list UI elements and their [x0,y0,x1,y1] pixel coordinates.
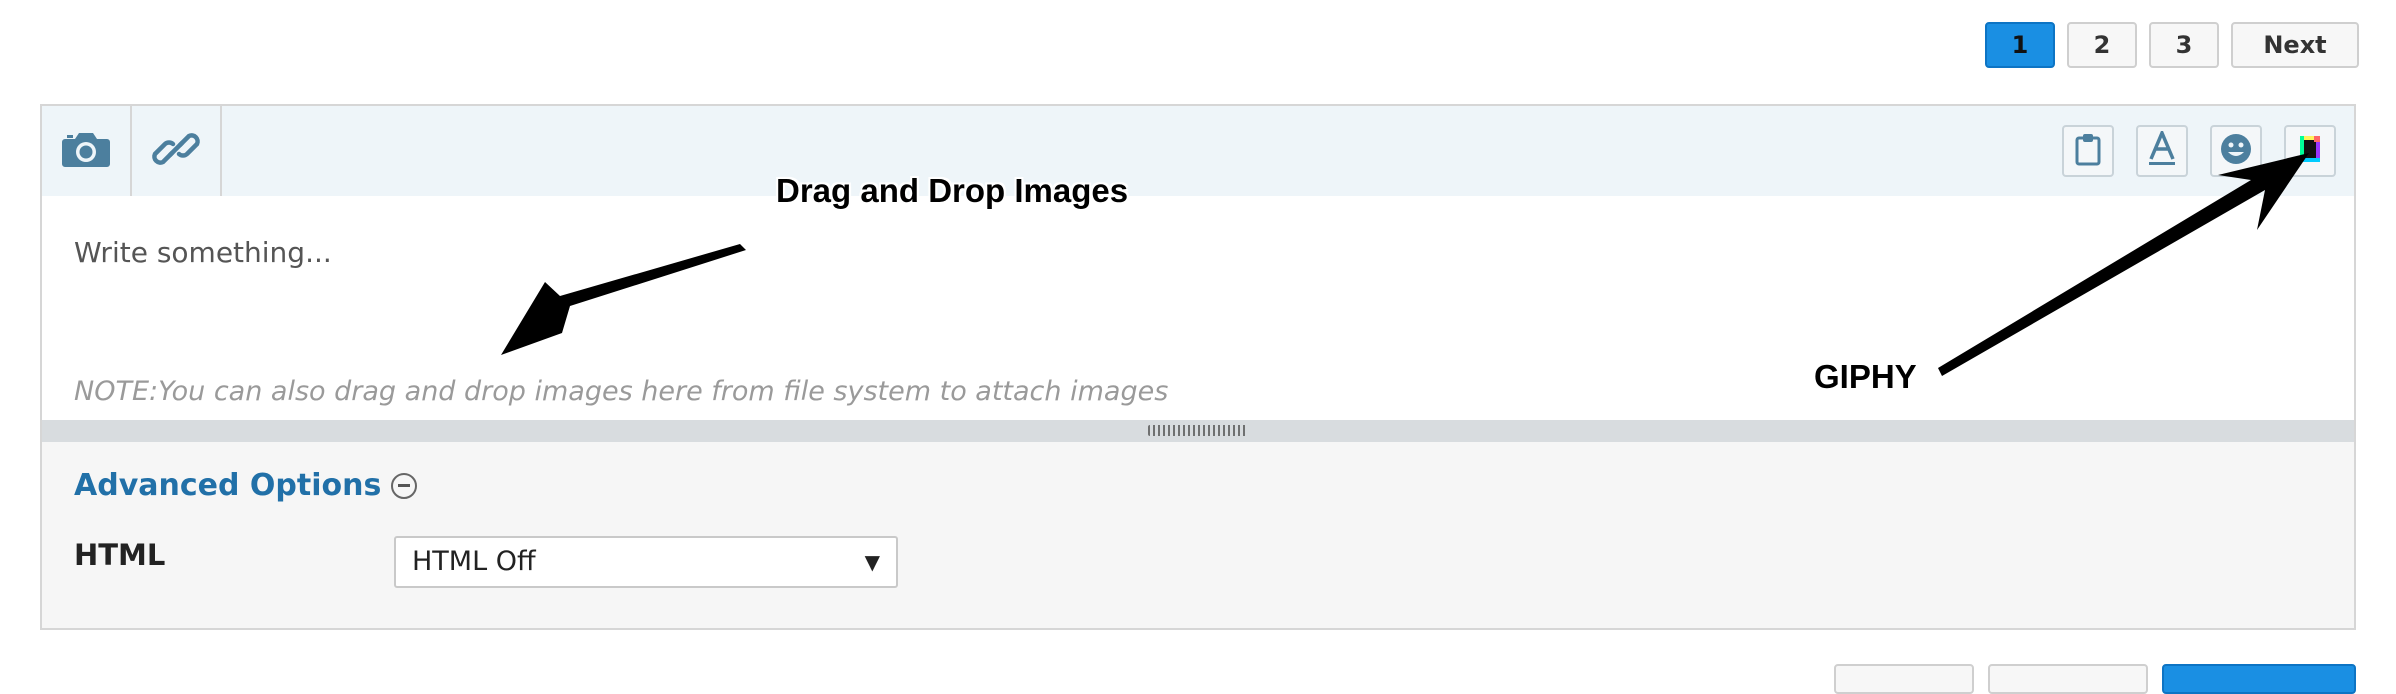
advanced-options-toggle[interactable]: Advanced Options [74,468,418,503]
attach-link-button[interactable] [132,106,222,196]
html-mode-value: HTML Off [412,546,536,577]
post-body-textarea[interactable]: Write something... NOTE:You can also dra… [42,196,2354,420]
dropdown-caret-icon: ▼ [864,550,880,574]
font-format-button[interactable] [2136,125,2188,177]
drag-drop-note: NOTE:You can also drag and drop images h… [74,376,1169,407]
textarea-placeholder: Write something... [74,236,332,269]
html-mode-select[interactable]: HTML Off ▼ [394,536,898,588]
attach-photo-button[interactable] [42,106,132,196]
giphy-annotation: GIPHY [1814,358,1917,395]
editor-toolbar [42,106,2354,198]
next-page-button[interactable]: Next [2231,22,2359,68]
bottom-button-2[interactable] [1988,664,2148,694]
link-icon [150,123,202,179]
camera-icon [61,129,111,173]
giphy-icon [2295,132,2325,170]
page-3-button[interactable]: 3 [2149,22,2219,68]
drag-drop-annotation: Drag and Drop Images [776,172,1129,209]
paste-button[interactable] [2062,125,2114,177]
emoji-button[interactable] [2210,125,2262,177]
advanced-options-label: Advanced Options [74,468,382,503]
giphy-button[interactable] [2284,125,2336,177]
bottom-button-1[interactable] [1834,664,1974,694]
html-option-label: HTML [74,538,166,572]
clipboard-icon [2073,132,2103,170]
submit-button[interactable] [2162,664,2356,694]
collapse-icon [391,472,418,499]
emoji-icon [2219,132,2253,170]
page-2-button[interactable]: 2 [2067,22,2137,68]
font-icon [2147,128,2177,171]
grip-icon [1148,425,1248,436]
page-1-button[interactable]: 1 [1985,22,2055,68]
textarea-resize-handle[interactable] [42,420,2354,442]
post-editor: Write something... NOTE:You can also dra… [40,104,2356,630]
pagination: 1 2 3 Next [1985,22,2359,68]
